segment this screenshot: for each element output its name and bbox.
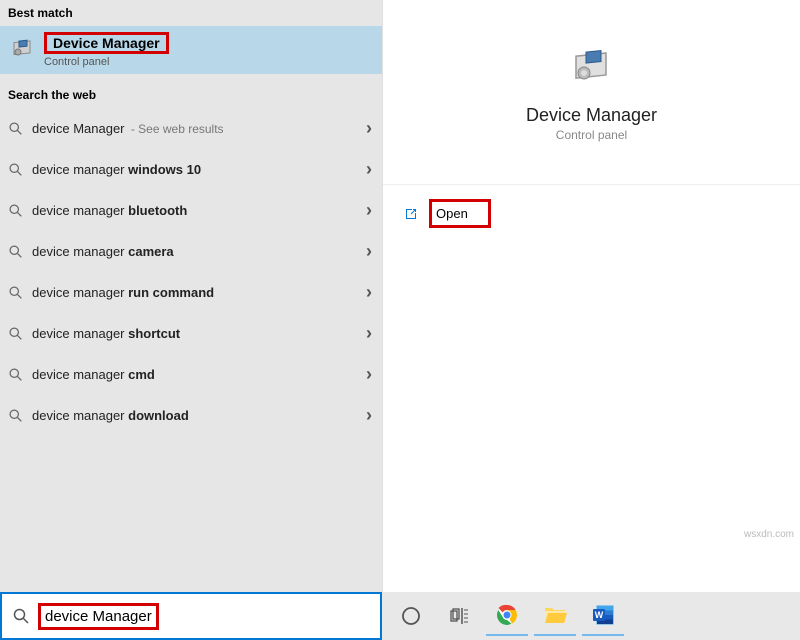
taskbar-file-explorer-icon[interactable] xyxy=(534,596,576,636)
web-suggestion[interactable]: device manager bluetooth › xyxy=(0,190,382,231)
web-suggestion-text: device manager camera xyxy=(32,244,174,259)
search-results-panel: Best match Device Manager Control panel … xyxy=(0,0,382,592)
web-suggestion[interactable]: device manager cmd › xyxy=(0,354,382,395)
web-suggestion-text: device manager shortcut xyxy=(32,326,180,341)
web-suggestion[interactable]: device manager camera › xyxy=(0,231,382,272)
search-input-value: device Manager xyxy=(38,603,159,630)
taskbar: W xyxy=(382,592,800,640)
web-suggestion[interactable]: device manager download › xyxy=(0,395,382,436)
web-suggestion-text: device manager cmd xyxy=(32,367,155,382)
web-suggestion[interactable]: device manager run command › xyxy=(0,272,382,313)
device-manager-large-icon xyxy=(566,43,618,95)
taskbar-chrome-icon[interactable] xyxy=(486,596,528,636)
search-icon xyxy=(8,162,23,177)
watermark-text: wsxdn.com xyxy=(744,529,794,540)
chevron-right-icon: › xyxy=(366,200,372,221)
best-match-header: Best match xyxy=(0,0,382,26)
chevron-right-icon: › xyxy=(366,323,372,344)
open-action[interactable]: Open xyxy=(383,185,800,242)
search-icon xyxy=(12,607,30,625)
web-suggestion-text: device Manager - See web results xyxy=(32,121,224,136)
search-web-header: Search the web xyxy=(0,82,382,108)
detail-panel: Device Manager Control panel Open wsxdn.… xyxy=(382,0,800,592)
detail-header: Device Manager Control panel xyxy=(383,0,800,185)
search-box[interactable]: device Manager xyxy=(0,592,382,640)
detail-title: Device Manager xyxy=(526,105,657,126)
best-match-title: Device Manager xyxy=(44,32,169,54)
open-label: Open xyxy=(429,199,491,228)
web-suggestion-text: device manager run command xyxy=(32,285,214,300)
chevron-right-icon: › xyxy=(366,405,372,426)
search-icon xyxy=(8,408,23,423)
web-suggestion[interactable]: device manager shortcut › xyxy=(0,313,382,354)
svg-text:W: W xyxy=(595,610,604,620)
web-suggestion-text: device manager bluetooth xyxy=(32,203,187,218)
web-suggestion-text: device manager download xyxy=(32,408,189,423)
search-icon xyxy=(8,121,23,136)
chevron-right-icon: › xyxy=(366,159,372,180)
detail-subtitle: Control panel xyxy=(556,128,627,142)
web-suggestion[interactable]: device Manager - See web results › xyxy=(0,108,382,149)
best-match-subtitle: Control panel xyxy=(44,56,169,68)
search-icon xyxy=(8,203,23,218)
task-view-icon[interactable] xyxy=(438,596,480,636)
chevron-right-icon: › xyxy=(366,118,372,139)
search-icon xyxy=(8,285,23,300)
web-suggestion[interactable]: device manager windows 10 › xyxy=(0,149,382,190)
chevron-right-icon: › xyxy=(366,241,372,262)
web-suggestion-text: device manager windows 10 xyxy=(32,162,201,177)
open-external-icon xyxy=(403,206,419,222)
search-icon xyxy=(8,244,23,259)
search-icon xyxy=(8,326,23,341)
chevron-right-icon: › xyxy=(366,282,372,303)
search-icon xyxy=(8,367,23,382)
device-manager-icon xyxy=(8,35,38,65)
cortana-icon[interactable] xyxy=(390,596,432,636)
taskbar-word-icon[interactable]: W xyxy=(582,596,624,636)
best-match-result[interactable]: Device Manager Control panel xyxy=(0,26,382,74)
chevron-right-icon: › xyxy=(366,364,372,385)
